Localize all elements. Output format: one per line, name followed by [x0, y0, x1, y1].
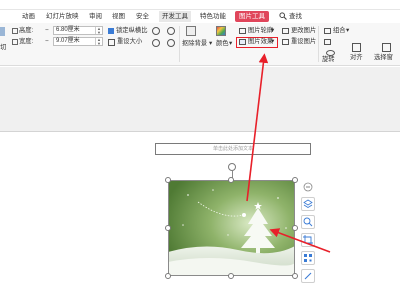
arrow-to-picture-effects — [246, 53, 269, 202]
annotation-arrows — [246, 53, 331, 253]
arrow-to-picture — [269, 228, 331, 253]
